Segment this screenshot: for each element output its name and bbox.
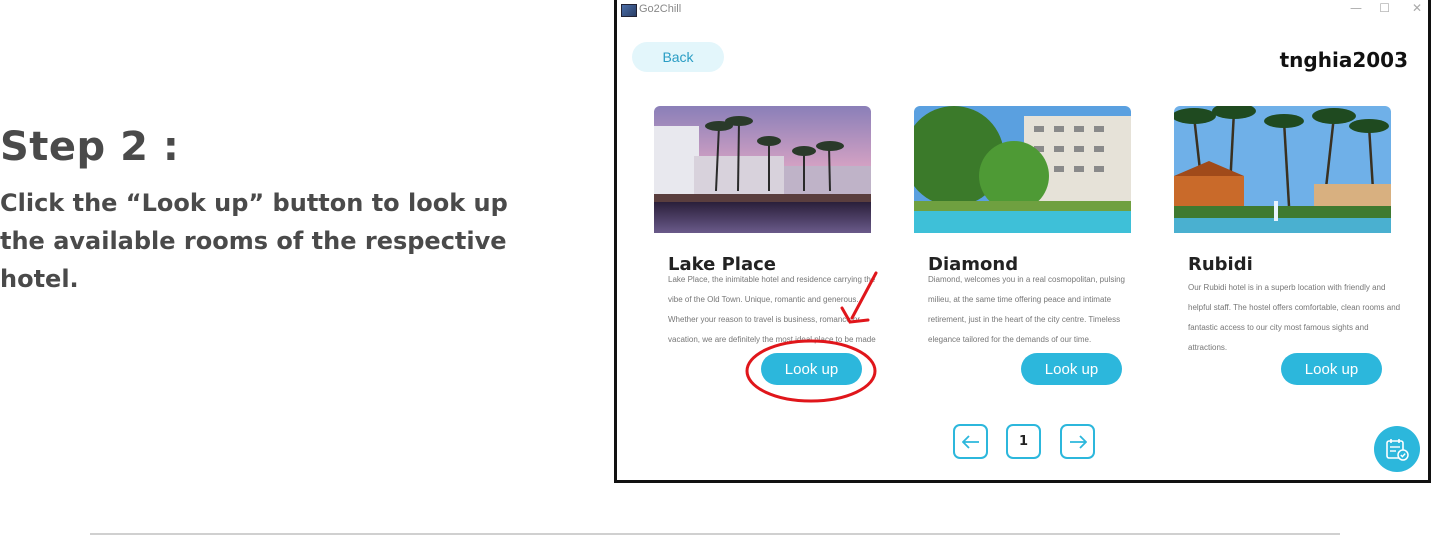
- hotel-image: [654, 106, 871, 233]
- page-number: 1: [1018, 434, 1029, 449]
- hotel-description: Lake Place, the inimitable hotel and res…: [668, 275, 876, 344]
- hotel-card-rubidi: Rubidi Our Rubidi hotel is in a superb l…: [1174, 106, 1404, 385]
- arrow-left-icon: [961, 434, 979, 449]
- next-page-button[interactable]: [1060, 424, 1095, 459]
- calendar-check-icon: [1386, 439, 1409, 461]
- previous-page-button[interactable]: [953, 424, 988, 459]
- look-up-button[interactable]: Look up: [1021, 353, 1122, 385]
- step-description: Click the “Look up” button to look up th…: [0, 189, 508, 293]
- back-button[interactable]: Back: [632, 42, 724, 72]
- current-page-indicator[interactable]: 1: [1006, 424, 1041, 459]
- hotel-description: Diamond, welcomes you in a real cosmopol…: [928, 275, 1125, 344]
- bottom-divider: [90, 533, 1340, 535]
- hotel-description: Our Rubidi hotel is in a superb location…: [1188, 283, 1401, 352]
- title-bar: Go2Chill — ☐ ✕: [617, 0, 1428, 20]
- hotel-image: [1174, 106, 1391, 233]
- step-title: Step 2 :: [0, 124, 180, 170]
- app-window: Go2Chill — ☐ ✕ Back tnghia2003 Lake Plac…: [614, 0, 1431, 483]
- arrow-right-icon: [1069, 434, 1087, 449]
- app-icon: [621, 4, 637, 17]
- look-up-button[interactable]: Look up: [761, 353, 862, 385]
- hotel-card-diamond: Diamond Diamond, welcomes you in a real …: [914, 106, 1144, 385]
- window-title: Go2Chill: [639, 3, 682, 15]
- maximize-button[interactable]: ☐: [1379, 1, 1390, 15]
- booking-fab-button[interactable]: [1374, 426, 1420, 472]
- username: tnghia2003: [1279, 48, 1408, 72]
- hotel-name: Rubidi: [1188, 254, 1253, 275]
- hotel-image: [914, 106, 1131, 233]
- hotel-card-lake-place: Lake Place Lake Place, the inimitable ho…: [654, 106, 884, 385]
- look-up-button[interactable]: Look up: [1281, 353, 1382, 385]
- close-button[interactable]: ✕: [1412, 1, 1422, 15]
- minimize-button[interactable]: —: [1350, 1, 1362, 15]
